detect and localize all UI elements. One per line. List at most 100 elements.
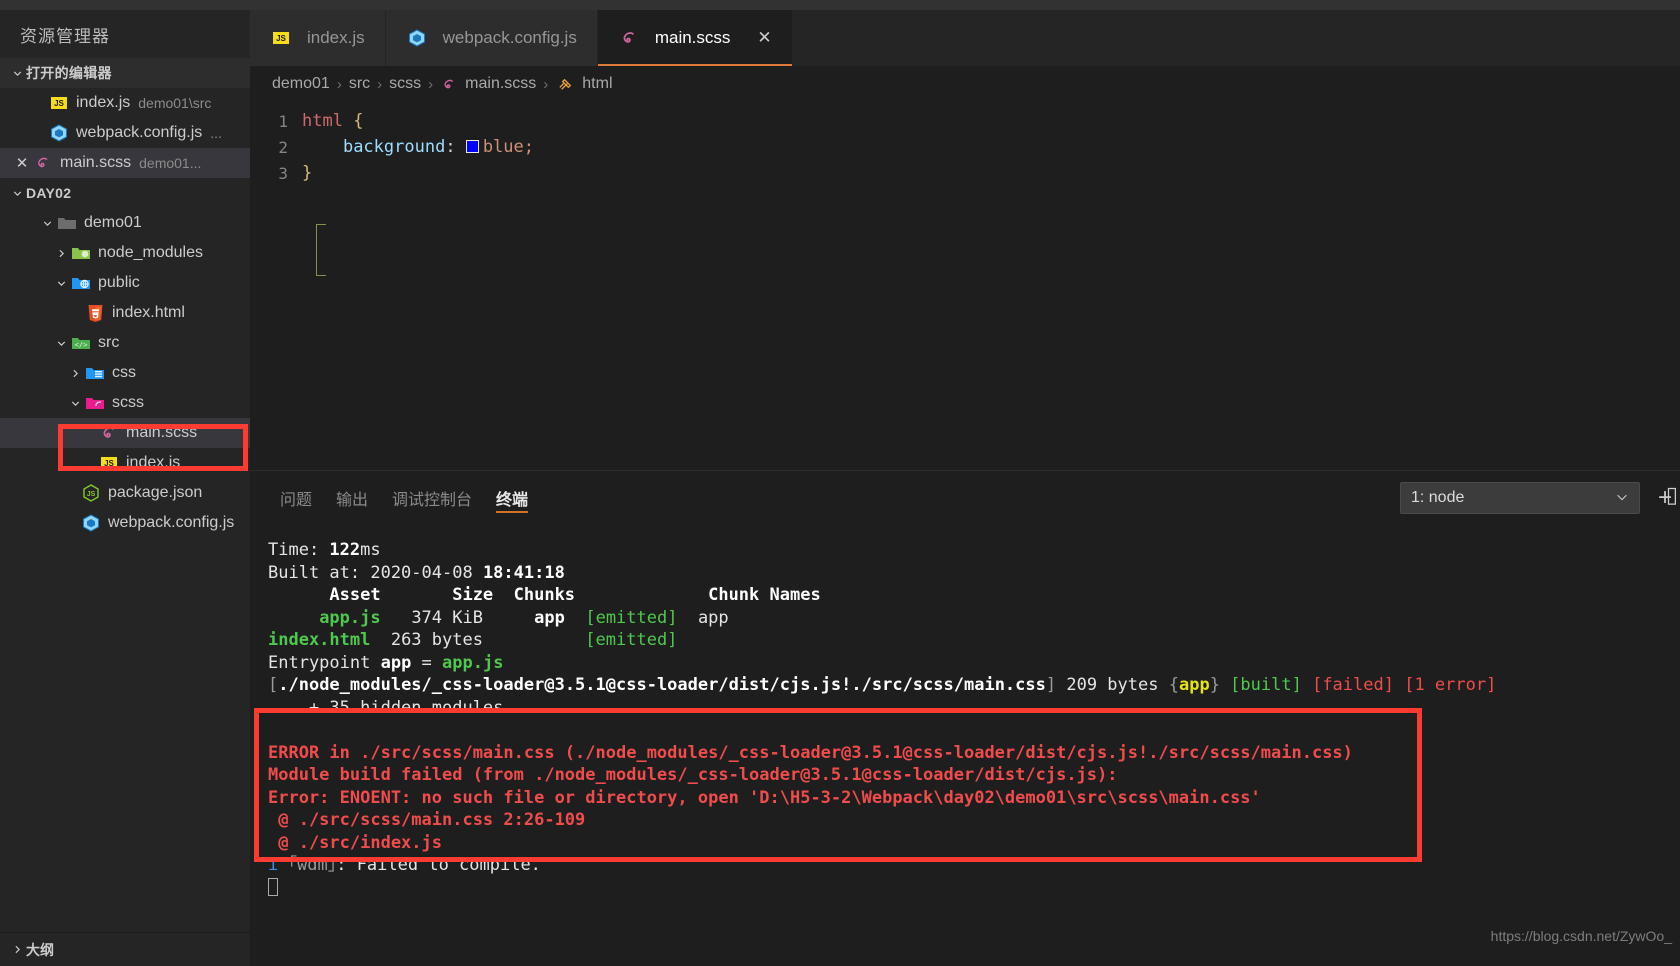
svg-text:</>: </> — [75, 341, 88, 349]
property-token: background — [342, 137, 446, 157]
scss-file-icon — [440, 73, 458, 95]
css-folder-icon — [84, 362, 106, 384]
html-symbol-icon — [555, 73, 575, 95]
open-editors-section-header[interactable]: 打开的编辑器 — [0, 58, 250, 88]
terminal-output[interactable]: Time: 122ms Built at: 2020-04-08 18:41:1… — [250, 525, 1680, 966]
tree-item-index-html[interactable]: index.html — [0, 298, 250, 328]
folder-icon — [56, 212, 78, 234]
svg-text:JS: JS — [54, 99, 64, 108]
tree-item-label: webpack.config.js — [108, 514, 235, 531]
terminal-line: ERROR in ./src/scss/main.css (./node_mod… — [268, 742, 1353, 763]
open-editor-index-js[interactable]: JS index.js demo01\src — [0, 88, 250, 118]
tree-item-label: index.js — [126, 454, 181, 471]
breadcrumb-item-main-scss[interactable]: main.scss — [465, 75, 536, 93]
terminal-selector-value: 1: node — [1410, 489, 1465, 506]
breadcrumb: demo01 › src › scss › main.scss › html — [250, 66, 1680, 102]
breadcrumb-item-src[interactable]: src — [349, 75, 370, 93]
watermark: https://blog.csdn.net/ZywOo_ — [1490, 928, 1672, 944]
close-icon[interactable]: ✕ — [12, 154, 32, 172]
js-file-icon: JS — [270, 27, 292, 49]
panel-header: 问题 输出 调试控制台 终端 1: node + — [250, 471, 1680, 525]
terminal-line: i ｢wdm｣: Failed to compile. — [268, 855, 541, 875]
line-number: 2 — [278, 137, 288, 157]
tree-item-index-js[interactable]: JS index.js — [0, 448, 250, 478]
colon-token: : — [445, 137, 456, 157]
tree-item-label: index.html — [112, 304, 185, 321]
bottom-panel: 问题 输出 调试控制台 终端 1: node + Time: 122ms Bui… — [250, 470, 1680, 966]
js-file-icon: JS — [98, 452, 120, 474]
public-folder-icon — [70, 272, 92, 294]
terminal-line: index.html 263 bytes [emitted] — [268, 630, 678, 650]
js-file-icon: JS — [48, 92, 70, 114]
scss-file-icon — [618, 27, 640, 49]
terminal-line: app.js 374 KiB app [emitted] app — [319, 607, 729, 628]
terminal-line: @ ./src/index.js — [268, 832, 442, 853]
tree-item-package-json[interactable]: JS package.json — [0, 478, 250, 508]
tab-label: webpack.config.js — [442, 28, 577, 47]
breadcrumb-separator: › — [336, 75, 342, 93]
panel-tab-output[interactable]: 输出 — [324, 471, 380, 525]
html-file-icon — [84, 302, 106, 324]
file-tree: demo01 node_modules public index.html </… — [0, 208, 250, 538]
tree-item-webpack-config-js[interactable]: webpack.config.js — [0, 508, 250, 538]
open-editors-list: JS index.js demo01\src webpack.config.js… — [0, 88, 250, 178]
breadcrumb-item-html[interactable]: html — [582, 75, 612, 93]
webpack-file-icon — [48, 122, 70, 144]
json-file-icon: JS — [80, 482, 102, 504]
terminal-line: Error: ENOENT: no such file or directory… — [268, 787, 1261, 808]
open-editor-detail: demo01... — [139, 155, 202, 171]
open-editor-detail: ... — [210, 125, 222, 141]
close-icon[interactable]: ✕ — [757, 28, 771, 48]
tree-item-scss[interactable]: scss — [0, 388, 250, 418]
terminal-cursor — [268, 877, 1680, 900]
terminal-line: Time: 122ms — [268, 540, 381, 560]
terminal-line: Entrypoint app = app.js — [268, 652, 504, 673]
tree-item-css[interactable]: css — [0, 358, 250, 388]
tab-main-scss[interactable]: main.scss ✕ — [597, 10, 793, 66]
color-swatch[interactable] — [465, 140, 479, 153]
editor-tab-bar: JS index.js webpack.config.js main.scss … — [250, 10, 1680, 66]
tree-item-demo01[interactable]: demo01 — [0, 208, 250, 238]
open-editor-name: webpack.config.js — [76, 124, 203, 141]
line-number: 3 — [278, 163, 288, 183]
breadcrumb-item-scss[interactable]: scss — [389, 75, 421, 93]
scss-file-icon — [32, 152, 54, 174]
chevron-down-icon — [52, 334, 70, 352]
tree-item-node_modules[interactable]: node_modules — [0, 238, 250, 268]
chevron-right-icon — [66, 364, 84, 382]
explorer-title: 资源管理器 — [20, 26, 110, 46]
webpack-file-icon — [406, 27, 428, 49]
scss-file-icon — [98, 422, 120, 444]
selector-token: html — [302, 111, 343, 131]
terminal-selector-dropdown[interactable]: 1: node — [1399, 482, 1640, 514]
outline-section-header[interactable]: 大纲 — [0, 932, 250, 966]
code-editor[interactable]: 1 html { 2 background: blue; 3 } — [250, 102, 1680, 470]
tree-item-src[interactable]: </> src — [0, 328, 250, 358]
node-modules-folder-icon — [70, 242, 92, 264]
open-editor-name: index.js — [76, 94, 131, 111]
open-editors-label: 打开的编辑器 — [26, 65, 112, 81]
tab-index-js[interactable]: JS index.js — [250, 10, 386, 66]
tab-label: main.scss — [654, 28, 731, 47]
panel-tab-debug-console[interactable]: 调试控制台 — [380, 471, 484, 525]
tab-label: index.js — [307, 28, 365, 47]
panel-tab-problems[interactable]: 问题 — [268, 471, 324, 525]
tree-item-label: main.scss — [126, 424, 198, 441]
open-editor-webpack-config-js[interactable]: webpack.config.js ... — [0, 118, 250, 148]
tree-item-public[interactable]: public — [0, 268, 250, 298]
tree-item-main-scss[interactable]: main.scss — [0, 418, 250, 448]
svg-text:JS: JS — [276, 34, 286, 43]
outline-label: 大纲 — [26, 941, 54, 958]
chevron-down-icon — [52, 274, 70, 292]
open-editor-main-scss[interactable]: ✕ main.scss demo01... — [0, 148, 250, 178]
explorer-sidebar: 资源管理器 打开的编辑器 JS index.js demo01\src webp… — [0, 10, 250, 966]
panel-tab-terminal[interactable]: 终端 — [484, 471, 540, 525]
workspace-section-header[interactable]: DAY02 — [0, 178, 250, 208]
split-terminal-icon[interactable]: ▯ — [1666, 482, 1678, 508]
breadcrumb-item-demo01[interactable]: demo01 — [272, 75, 330, 93]
tab-webpack-config-js[interactable]: webpack.config.js — [385, 10, 598, 66]
window-titlebar-strip — [0, 0, 1680, 10]
code-line-3: 3 } — [250, 160, 1680, 186]
